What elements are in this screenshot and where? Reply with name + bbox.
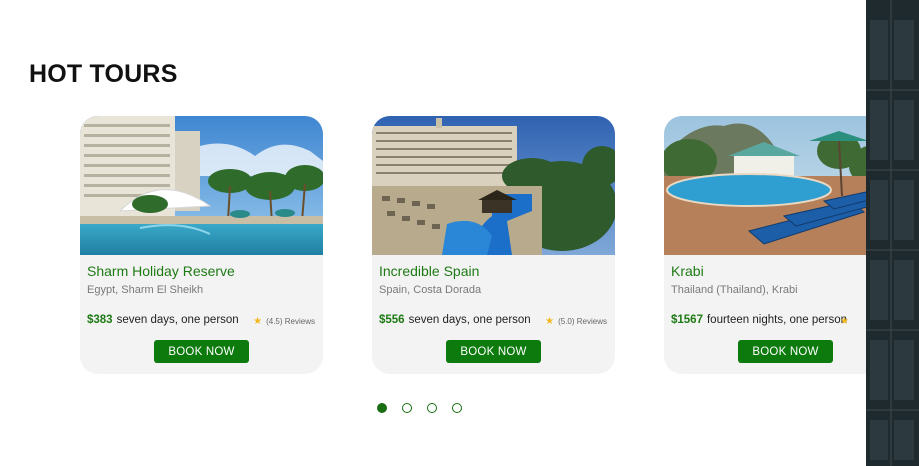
tour-card[interactable]: Krabi Thailand (Thailand), Krabi $1567 fo…	[664, 116, 867, 374]
tours-carousel: Sharm Holiday Reserve Egypt, Sharm El Sh…	[0, 0, 867, 466]
tour-price: $556	[379, 314, 405, 326]
pagination-dot-1[interactable]	[377, 403, 387, 413]
tour-rating: ★	[840, 316, 853, 327]
tour-price: $383	[87, 314, 113, 326]
tour-duration: seven days, one person	[116, 314, 239, 326]
tour-price: $1567	[671, 314, 703, 326]
building-photo	[866, 0, 919, 466]
star-icon: ★	[253, 316, 263, 327]
tour-title[interactable]: Incredible Spain	[379, 263, 479, 279]
star-icon: ★	[840, 316, 849, 327]
star-icon: ★	[545, 316, 555, 327]
resort-pool-photo	[80, 116, 323, 255]
tour-duration: seven days, one person	[408, 314, 531, 326]
book-now-button[interactable]: BOOK NOW	[738, 340, 833, 363]
carousel-pagination	[377, 403, 462, 413]
tropical-pool-photo	[664, 116, 867, 255]
tour-location: Spain, Costa Dorada	[379, 284, 482, 296]
tour-rating: ★ (4.5) Reviews	[253, 316, 315, 327]
tour-card[interactable]: Sharm Holiday Reserve Egypt, Sharm El Sh…	[80, 116, 323, 374]
tour-title[interactable]: Krabi	[671, 263, 704, 279]
tour-card[interactable]: Incredible Spain Spain, Costa Dorada $55…	[372, 116, 615, 374]
rating-text: (4.5) Reviews	[266, 317, 315, 326]
tour-price-row: $556 seven days, one person	[379, 314, 531, 326]
tour-location: Egypt, Sharm El Sheikh	[87, 284, 204, 296]
pagination-dot-2[interactable]	[402, 403, 412, 413]
book-now-button[interactable]: BOOK NOW	[446, 340, 541, 363]
book-now-button[interactable]: BOOK NOW	[154, 340, 249, 363]
pagination-dot-4[interactable]	[452, 403, 462, 413]
rating-text: (5.0) Reviews	[558, 317, 607, 326]
tour-location: Thailand (Thailand), Krabi	[671, 284, 798, 296]
tour-title[interactable]: Sharm Holiday Reserve	[87, 263, 235, 279]
side-background-panel	[866, 0, 919, 466]
pagination-dot-3[interactable]	[427, 403, 437, 413]
tour-duration: fourteen nights, one person	[706, 314, 848, 326]
tour-price-row: $1567 fourteen nights, one person	[671, 314, 847, 326]
tour-rating: ★ (5.0) Reviews	[545, 316, 607, 327]
hotel-pool-photo	[372, 116, 615, 255]
tour-price-row: $383 seven days, one person	[87, 314, 239, 326]
